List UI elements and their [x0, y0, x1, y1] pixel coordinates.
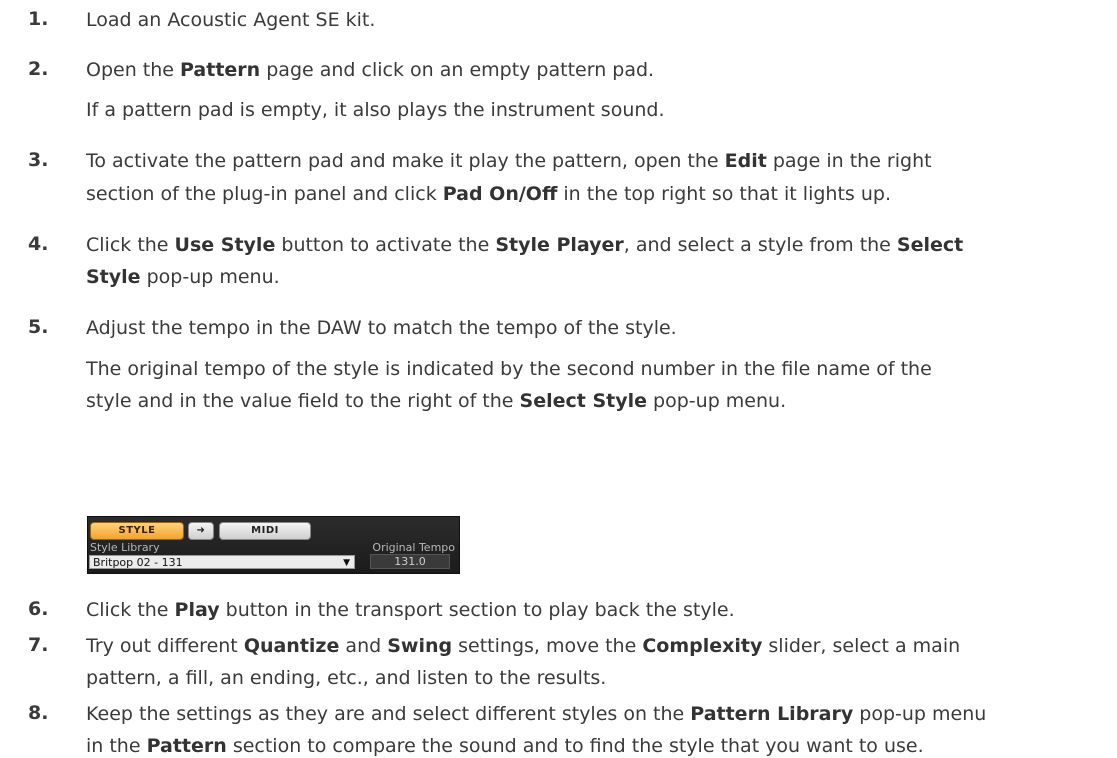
- step-number: 7.: [28, 634, 49, 656]
- step-number: 1.: [28, 8, 49, 30]
- text-run: in the: [86, 735, 147, 757]
- step-line: section of the plug-in panel and click P…: [86, 182, 891, 206]
- ui-term: Style Player: [495, 234, 624, 256]
- ui-term: Pad On/Off: [442, 183, 558, 205]
- step-line: Load an Acoustic Agent SE kit.: [86, 8, 375, 32]
- text-run: Keep the settings as they are and select…: [86, 703, 691, 725]
- ui-term: Pattern: [180, 59, 261, 81]
- step-number: 3.: [28, 149, 49, 171]
- text-run: page in the right: [766, 150, 932, 172]
- style-player-panel: STYLE ➜ MIDI Style Library Original Temp…: [87, 516, 460, 574]
- ui-term: Style: [86, 266, 141, 288]
- text-run: To activate the pattern pad and make it …: [86, 150, 725, 172]
- text-run: button to activate the: [275, 234, 496, 256]
- text-run: slider, select a main: [762, 635, 961, 657]
- step-line: To activate the pattern pad and make it …: [86, 149, 932, 173]
- text-run: and: [339, 635, 388, 657]
- step-line: Try out different Quantize and Swing set…: [86, 634, 960, 658]
- step-line: If a pattern pad is empty, it also plays…: [86, 98, 665, 122]
- text-run: Try out different: [86, 635, 244, 657]
- text-run: The original tempo of the style is indic…: [86, 358, 932, 380]
- original-tempo-field: 131.0: [370, 554, 450, 569]
- text-run: settings, move the: [452, 635, 643, 657]
- text-run: style and in the value field to the righ…: [86, 390, 520, 412]
- step-number: 2.: [28, 58, 49, 80]
- text-run: Click the: [86, 234, 175, 256]
- step-number: 5.: [28, 316, 49, 338]
- ui-term: Select: [896, 234, 964, 256]
- ui-term: Edit: [724, 150, 767, 172]
- text-run: , and select a style from the: [623, 234, 897, 256]
- step-line: Style pop-up menu.: [86, 265, 280, 289]
- midi-button[interactable]: MIDI: [219, 522, 311, 540]
- text-run: section to compare the sound and to find…: [226, 735, 924, 757]
- step-line: style and in the value field to the righ…: [86, 389, 786, 413]
- selected-style-value: Britpop 02 - 131: [93, 556, 183, 569]
- ui-term: Select Style: [519, 390, 648, 412]
- ui-term: Pattern: [146, 735, 227, 757]
- step-line: The original tempo of the style is indic…: [86, 357, 932, 381]
- step-number: 4.: [28, 233, 49, 255]
- text-run: pop-up menu.: [647, 390, 787, 412]
- step-line: Keep the settings as they are and select…: [86, 702, 986, 726]
- text-run: If a pattern pad is empty, it also plays…: [86, 99, 665, 121]
- chevron-down-icon[interactable]: ▼: [343, 556, 350, 570]
- style-library-select[interactable]: Britpop 02 - 131 ▼: [89, 555, 355, 569]
- step-number: 8.: [28, 702, 49, 724]
- text-run: pattern, a fill, an ending, etc., and li…: [86, 667, 607, 689]
- style-library-label: Style Library: [90, 541, 160, 554]
- text-run: Adjust the tempo in the DAW to match the…: [86, 317, 677, 339]
- ui-term: Swing: [387, 635, 453, 657]
- step-line: in the Pattern section to compare the so…: [86, 734, 924, 758]
- ui-term: Complexity: [642, 635, 763, 657]
- text-run: Load an Acoustic Agent SE kit.: [86, 9, 376, 31]
- text-run: page and click on an empty pattern pad.: [260, 59, 655, 81]
- arrow-button[interactable]: ➜: [188, 522, 214, 540]
- step-line: Click the Play button in the transport s…: [86, 598, 735, 622]
- ui-term: Play: [174, 599, 220, 621]
- text-run: in the top right so that it lights up.: [557, 183, 891, 205]
- ui-term: Quantize: [243, 635, 340, 657]
- text-run: Open the: [86, 59, 181, 81]
- text-run: pop-up menu.: [140, 266, 280, 288]
- ui-term: Pattern Library: [690, 703, 854, 725]
- text-run: section of the plug-in panel and click: [86, 183, 443, 205]
- step-line: Open the Pattern page and click on an em…: [86, 58, 654, 82]
- original-tempo-label: Original Tempo: [372, 541, 455, 554]
- step-line: pattern, a fill, an ending, etc., and li…: [86, 666, 606, 690]
- ui-term: Use Style: [174, 234, 276, 256]
- step-number: 6.: [28, 598, 49, 620]
- style-button[interactable]: STYLE: [90, 522, 184, 540]
- step-line: Click the Use Style button to activate t…: [86, 233, 963, 257]
- text-run: button in the transport section to play …: [219, 599, 735, 621]
- text-run: Click the: [86, 599, 175, 621]
- text-run: pop-up menu: [853, 703, 987, 725]
- step-line: Adjust the tempo in the DAW to match the…: [86, 316, 677, 340]
